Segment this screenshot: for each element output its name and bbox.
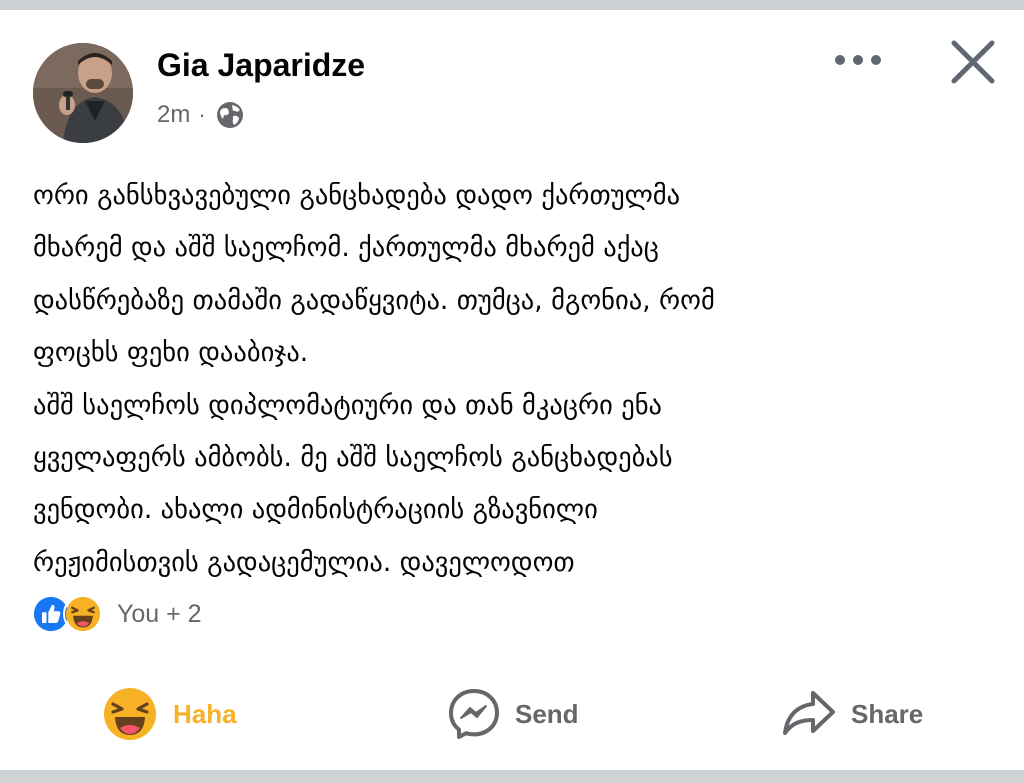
bottom-divider xyxy=(0,770,1024,783)
share-button[interactable]: Share xyxy=(781,686,923,742)
post-text-line: მხარემ და აშშ საელჩომ. ქართულმა მხარემ ა… xyxy=(33,232,659,264)
messenger-icon xyxy=(449,689,499,739)
post-time[interactable]: 2m xyxy=(157,101,190,129)
author-name[interactable]: Gia Japaridze xyxy=(157,47,365,84)
post-text-line: ფოცხს ფეხი დააბიჯა. xyxy=(33,337,309,369)
post-text-line: რეჟიმისთვის გადაცემულია. დაველოდოთ xyxy=(33,546,575,578)
haha-label: Haha xyxy=(173,698,237,729)
share-icon xyxy=(783,691,835,735)
share-label: Share xyxy=(851,698,924,729)
post-text-line: დასწრებაზე თამაში გადაწყვიტა. თუმცა, მგო… xyxy=(33,284,715,316)
close-button[interactable] xyxy=(946,35,1000,89)
globe-icon xyxy=(216,102,243,128)
post-meta: 2m · xyxy=(157,100,245,130)
close-icon xyxy=(951,40,995,84)
haha-icon xyxy=(63,594,103,634)
post-text-line: ორი განსხვავებული განცხადება დადო ქართულ… xyxy=(33,180,681,211)
send-label: Send xyxy=(515,698,579,729)
meta-separator: · xyxy=(198,102,206,127)
send-button[interactable]: Send xyxy=(447,686,579,742)
haha-reaction-button[interactable]: Haha xyxy=(103,686,237,742)
post-text: ორი განსხვავებული განცხადება დადო ქართულ… xyxy=(33,170,1008,589)
more-icon xyxy=(835,55,881,65)
avatar-photo xyxy=(33,43,133,143)
haha-icon xyxy=(104,688,156,740)
post-text-line: ვენდობი. ახალი ადმინისტრაციის გზავნილი xyxy=(33,494,598,526)
post-text-line: ყველაფერს ამბობს. მე აშშ საელჩოს განცხად… xyxy=(33,442,673,474)
reactions-summary[interactable]: You + 2 xyxy=(31,594,202,634)
more-options-button[interactable] xyxy=(830,45,886,75)
post-text-line: აშშ საელჩოს დიპლომატიური და თან მკაცრი ე… xyxy=(33,389,662,421)
author-avatar[interactable] xyxy=(33,43,133,143)
top-divider xyxy=(0,0,1024,10)
reactions-count[interactable]: You + 2 xyxy=(117,600,202,629)
